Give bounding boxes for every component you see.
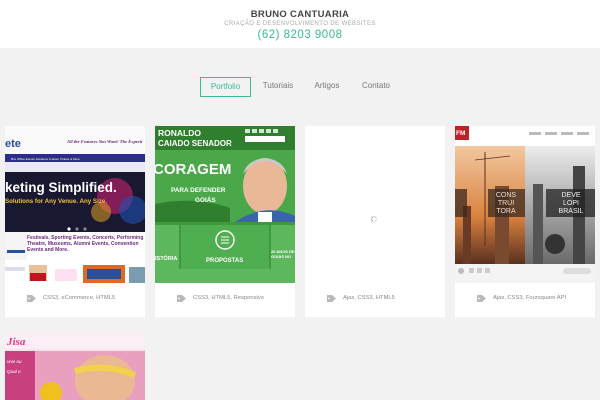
phone-number: (62) 8203 9008 bbox=[257, 29, 343, 41]
portfolio-card[interactable]: RONALDO CAIADO SENADOR CORAGEM PARA DEFE… bbox=[155, 126, 295, 317]
svg-text:Qual o: Qual o bbox=[7, 369, 21, 374]
card-tags: CSS3, HTML5, Responsivo bbox=[193, 295, 264, 301]
portfolio-card[interactable]: FM CONS TRUI TORA DEVE LOPI BRASIL Ajax,… bbox=[455, 126, 595, 317]
card-tags: Ajax, CSS3, HTML5 bbox=[343, 295, 395, 301]
thumb-tile-c: 20 ANOS DE GOIÁS NO bbox=[271, 249, 295, 259]
thumb-right-line3: BRASIL bbox=[559, 208, 584, 215]
portfolio-card[interactable]: All the Features You Want! The Experti e… bbox=[5, 126, 145, 317]
brand-tagline: CRIAÇÃO E DESENVOLVIMENTO DE WEBSITES bbox=[224, 21, 376, 27]
thumb-sub2: GOIÁS bbox=[195, 195, 216, 204]
brand-name[interactable]: BRUNO CANTUARIA bbox=[0, 9, 600, 20]
thumb-sub1: PARA DEFENDER bbox=[171, 187, 226, 194]
thumb-hero: keting Simplified. bbox=[5, 180, 117, 195]
thumb-blurb: Festivals, Sporting Events, Concerts, Pe… bbox=[27, 235, 144, 253]
tag-icon bbox=[27, 295, 36, 302]
svg-text:vive ou: vive ou bbox=[7, 359, 22, 364]
site-screenshot-image: All the Features You Want! The Experti e… bbox=[5, 126, 145, 283]
site-screenshot-image: Jisa vive ou Qual o bbox=[5, 333, 145, 400]
portfolio-card[interactable]: Ajax, CSS3, HTML5 bbox=[305, 126, 445, 317]
thumb-left-line3: TORA bbox=[496, 208, 516, 215]
thumb-name-line1: RONALDO bbox=[158, 128, 201, 138]
thumb-left-line2: TRUI bbox=[498, 200, 514, 207]
card-thumbnail[interactable]: RONALDO CAIADO SENADOR CORAGEM PARA DEFE… bbox=[155, 126, 295, 283]
tab-artigos[interactable]: Artigos bbox=[308, 77, 346, 95]
thumb-headline: CORAGEM bbox=[155, 161, 231, 178]
card-thumbnail[interactable]: FM CONS TRUI TORA DEVE LOPI BRASIL bbox=[455, 126, 595, 283]
thumb-badge: FM bbox=[456, 130, 465, 137]
tab-contato[interactable]: Contato bbox=[356, 77, 396, 95]
thumb-header-line: All the Features You Want! The Experti bbox=[66, 139, 143, 144]
svg-text:Box Office Events Solution: Box Office Events Solutions Custom Ticke… bbox=[11, 157, 80, 161]
site-screenshot-image: RONALDO CAIADO SENADOR CORAGEM PARA DEFE… bbox=[155, 126, 295, 283]
thumb-tile-b: PROPOSTAS bbox=[206, 258, 243, 264]
card-thumbnail[interactable]: Jisa vive ou Qual o bbox=[5, 333, 145, 400]
thumb-hero-sub: Solutions for Any Venue. Any Size. bbox=[5, 198, 107, 205]
tab-portfolio[interactable]: Portfolio bbox=[200, 77, 251, 97]
tag-icon bbox=[477, 295, 486, 302]
site-screenshot-image: FM CONS TRUI TORA DEVE LOPI BRASIL bbox=[455, 126, 595, 283]
card-tags: CSS3, eCommerce, HTML5 bbox=[43, 295, 116, 301]
tag-icon bbox=[177, 295, 186, 302]
card-meta: Ajax, CSS3, Foursquare API bbox=[455, 283, 595, 317]
card-meta: CSS3, eCommerce, HTML5 bbox=[5, 283, 145, 317]
portfolio-nav: Portfolio Tutoriais Artigos Contato bbox=[0, 77, 600, 97]
thumb-tile-a: ISTÓRIA bbox=[155, 254, 177, 262]
thumb-left-line1: CONS bbox=[496, 192, 517, 199]
tag-icon bbox=[327, 295, 336, 302]
thumb-logo: Jisa bbox=[6, 336, 26, 348]
thumb-right-line1: DEVE bbox=[561, 192, 580, 199]
portfolio-card[interactable]: Jisa vive ou Qual o bbox=[5, 333, 145, 400]
card-tags: Ajax, CSS3, Foursquare API bbox=[493, 295, 567, 301]
tab-tutoriais[interactable]: Tutoriais bbox=[258, 77, 298, 95]
card-thumbnail[interactable]: All the Features You Want! The Experti e… bbox=[5, 126, 145, 283]
thumb-logo: ete bbox=[5, 138, 21, 150]
loading-spinner-icon bbox=[305, 126, 445, 283]
card-meta: Ajax, CSS3, HTML5 bbox=[305, 283, 445, 317]
site-header: BRUNO CANTUARIA CRIAÇÃO E DESENVOLVIMENT… bbox=[0, 0, 600, 48]
thumb-name-line2: CAIADO SENADOR bbox=[158, 139, 232, 148]
card-meta: CSS3, HTML5, Responsivo bbox=[155, 283, 295, 317]
thumb-right-line2: LOPI bbox=[563, 200, 579, 207]
card-thumbnail[interactable] bbox=[305, 126, 445, 283]
